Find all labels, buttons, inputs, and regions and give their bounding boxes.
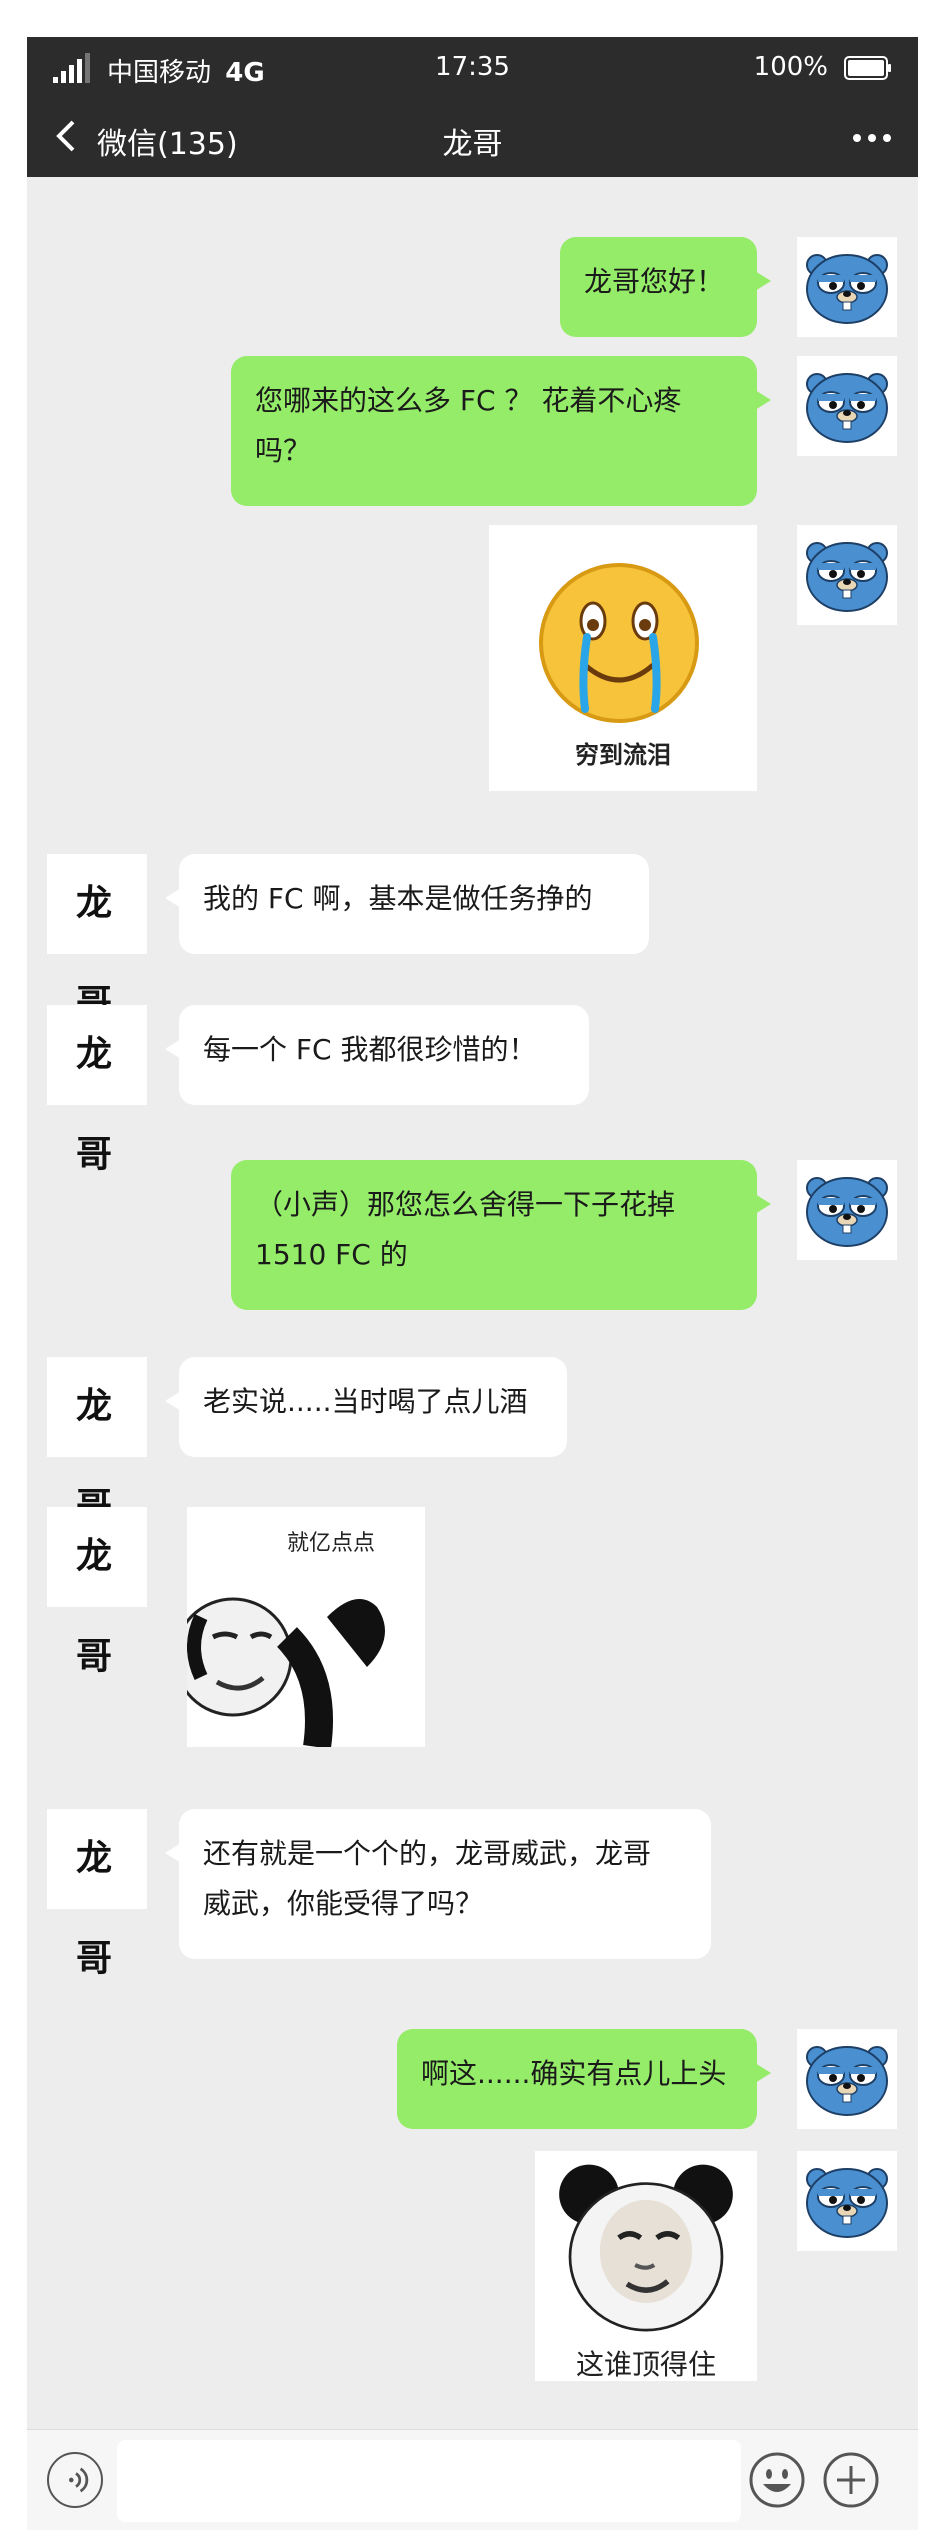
message-row: 龙 哥 还有就是一个个的，龙哥威武，龙哥 威武，你能受得了吗？ [27, 1809, 918, 1979]
message-bubble[interactable]: 每一个 FC 我都很珍惜的！ [165, 1005, 589, 1105]
contact-avatar[interactable]: 龙 哥 [47, 1005, 147, 1175]
message-bubble[interactable]: 还有就是一个个的，龙哥威武，龙哥 威武，你能受得了吗？ [165, 1809, 711, 1959]
message-text-line: 还有就是一个个的，龙哥威武，龙哥 [203, 1837, 652, 1870]
sticker-message[interactable]: 穷到流泪 [489, 525, 757, 791]
message-text-line: （小声）那您怎么舍得一下子花掉 [255, 1188, 676, 1221]
contact-avatar[interactable]: 龙 哥 [47, 1809, 147, 1979]
message-row: （小声）那您怎么舍得一下子花掉 1510 FC 的 [27, 1160, 918, 1310]
user-avatar[interactable] [797, 525, 897, 625]
user-avatar[interactable] [797, 237, 897, 337]
message-bubble[interactable]: 龙哥您好！ [560, 237, 771, 337]
user-avatar[interactable] [797, 1160, 897, 1260]
chat-screen: 中国移动 4G 17:35 100% 微信(135) 龙哥 龙哥您好！ 您哪来的… [27, 37, 918, 2530]
battery-icon [844, 56, 891, 80]
message-text: 龙哥您好！ [584, 265, 725, 298]
message-text: 啊这......确实有点儿上头 [421, 2057, 727, 2090]
user-avatar[interactable] [797, 2029, 897, 2129]
chat-title: 龙哥 [442, 127, 503, 162]
message-row: 您哪来的这么多 FC ？ 花着不心疼 吗？ [27, 356, 918, 506]
message-row: 龙 哥 我的 FC 啊，基本是做任务挣的 [27, 854, 918, 1024]
contact-avatar[interactable]: 龙 哥 [47, 1357, 147, 1527]
message-row: 龙哥您好！ [27, 237, 918, 337]
message-text-line: 威武，你能受得了吗？ [203, 1887, 484, 1920]
contact-avatar[interactable]: 龙 哥 [47, 1507, 147, 1677]
emoji-icon[interactable] [747, 2450, 807, 2510]
message-input[interactable] [117, 2440, 741, 2522]
sticker-message[interactable]: 这谁顶得住 [535, 2151, 757, 2381]
message-text-line: 您哪来的这么多 FC ？ 花着不心疼 [255, 384, 682, 417]
plus-icon[interactable] [821, 2450, 881, 2510]
message-row: 龙 哥 老实说.....当时喝了点儿酒 [27, 1357, 918, 1527]
message-bubble[interactable]: 啊这......确实有点儿上头 [397, 2029, 771, 2129]
message-text: 老实说.....当时喝了点儿酒 [203, 1385, 528, 1418]
message-row: 这谁顶得住 [27, 2151, 918, 2381]
sticker-caption: 这谁顶得住 [575, 2348, 716, 2381]
message-text: 我的 FC 啊，基本是做任务挣的 [203, 882, 593, 915]
user-avatar[interactable] [797, 356, 897, 456]
message-row: 穷到流泪 [27, 525, 918, 791]
message-row: 龙 哥 每一个 FC 我都很珍惜的！ [27, 1005, 918, 1175]
message-text-line: 1510 FC 的 [255, 1238, 408, 1271]
status-bar: 中国移动 4G 17:35 100% [27, 37, 918, 99]
user-avatar[interactable] [797, 2151, 897, 2251]
sticker-caption: 穷到流泪 [575, 741, 671, 769]
contact-avatar[interactable]: 龙 哥 [47, 854, 147, 1024]
message-text: 每一个 FC 我都很珍惜的！ [203, 1033, 537, 1066]
message-bubble[interactable]: 您哪来的这么多 FC ？ 花着不心疼 吗？ [231, 356, 771, 506]
top-bar: 中国移动 4G 17:35 100% 微信(135) 龙哥 [27, 37, 918, 177]
message-row: 龙 哥 就亿点点 [27, 1507, 918, 1747]
input-bar [27, 2429, 918, 2530]
battery-percent: 100% [753, 52, 828, 82]
sticker-message[interactable]: 就亿点点 [187, 1507, 425, 1747]
message-bubble[interactable]: 我的 FC 啊，基本是做任务挣的 [165, 854, 649, 954]
panda-meme-icon [535, 2151, 757, 2341]
message-bubble[interactable]: 老实说.....当时喝了点儿酒 [165, 1357, 567, 1457]
panda-meme-icon [187, 1597, 385, 1747]
message-bubble[interactable]: （小声）那您怎么舍得一下子花掉 1510 FC 的 [231, 1160, 771, 1310]
voice-icon[interactable] [47, 2452, 103, 2508]
nav-bar: 微信(135) 龙哥 [27, 99, 918, 177]
message-row: 啊这......确实有点儿上头 [27, 2029, 918, 2129]
more-icon[interactable] [852, 133, 892, 143]
message-text-line: 吗？ [255, 434, 312, 467]
